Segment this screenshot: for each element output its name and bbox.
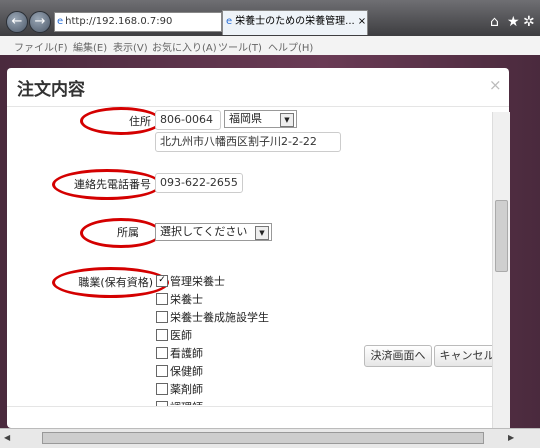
scroll-left-icon[interactable]: ◀ — [4, 433, 10, 442]
gear-icon[interactable]: ✲ — [523, 14, 535, 30]
occupation-checkbox[interactable] — [156, 329, 168, 341]
occupation-option-label: 医師 — [170, 329, 192, 342]
forward-icon[interactable]: → — [29, 11, 51, 33]
affiliation-value: 選択してください — [160, 225, 248, 238]
tab-title: 栄養士のための栄養管理... — [235, 16, 355, 27]
occupation-label: 職業(保有資格) — [78, 276, 153, 289]
affiliation-label: 所属 — [117, 226, 139, 239]
affiliation-select[interactable]: 選択してください ▼ — [155, 223, 272, 241]
phone-label: 連絡先電話番号 — [74, 178, 151, 191]
chevron-down-icon[interactable]: ▼ — [280, 113, 294, 127]
occupation-option-label: 管理栄養士 — [170, 275, 225, 288]
menu-tools[interactable]: ツール(T) — [218, 39, 262, 54]
menu-help[interactable]: ヘルプ(H) — [268, 39, 313, 54]
browser-tab[interactable]: e 栄養士のための栄養管理... × — [222, 10, 368, 35]
occupation-checkbox[interactable] — [156, 383, 168, 395]
occupation-checkbox[interactable] — [156, 347, 168, 359]
phone-input[interactable]: 093-622-2655 — [155, 173, 243, 193]
occupation-checkbox[interactable] — [156, 365, 168, 377]
chevron-down-icon[interactable]: ▼ — [255, 226, 269, 240]
cancel-button[interactable]: キャンセル — [434, 345, 500, 367]
occupation-checkbox[interactable] — [156, 293, 168, 305]
back-icon[interactable]: ← — [6, 11, 28, 33]
payment-screen-button[interactable]: 決済画面へ — [364, 345, 432, 367]
menu-view[interactable]: 表示(V) — [113, 39, 148, 54]
occupation-option-label: 栄養士 — [170, 293, 203, 306]
scroll-right-icon[interactable]: ▶ — [508, 433, 514, 442]
prefecture-value: 福岡県 — [229, 112, 262, 125]
postal-code-input[interactable]: 806-0064 — [155, 110, 221, 130]
home-icon[interactable]: ⌂ — [490, 14, 499, 30]
modal-footer — [7, 406, 509, 429]
tab-close-icon[interactable]: × — [355, 16, 366, 27]
occupation-option-label: 薬剤師 — [170, 383, 203, 396]
order-modal: 注文内容 × 住所 806-0064 福岡県 ▼ 北九州市八幡西区割子川2-2-… — [7, 68, 509, 428]
occupation-option-label: 栄養士養成施設学生 — [170, 311, 269, 324]
prefecture-select[interactable]: 福岡県 ▼ — [224, 110, 297, 128]
modal-header: 注文内容 × — [7, 68, 509, 107]
close-icon[interactable]: × — [489, 76, 502, 94]
occupation-option-label: 調理師 — [170, 399, 203, 405]
street-address-input[interactable]: 北九州市八幡西区割子川2-2-22 — [155, 132, 341, 152]
modal-title: 注文内容 — [17, 80, 85, 100]
menu-file[interactable]: ファイル(F) — [14, 39, 68, 54]
occupation-option-label: 看護師 — [170, 347, 203, 360]
address-bar[interactable]: e http://192.168.0.7:90 — [54, 12, 222, 32]
menu-bar: ファイル(F) 編集(E) 表示(V) お気に入り(A) ツール(T) ヘルプ(… — [0, 36, 540, 56]
horizontal-scrollbar-thumb[interactable] — [42, 432, 484, 444]
vertical-scrollbar-thumb[interactable] — [495, 200, 508, 272]
page-icon: e — [57, 16, 64, 27]
occupation-checkbox[interactable]: ✓ — [156, 275, 168, 287]
occupation-option-label: 保健師 — [170, 365, 203, 378]
menu-edit[interactable]: 編集(E) — [73, 39, 107, 54]
menu-favorites[interactable]: お気に入り(A) — [152, 39, 217, 54]
address-text: http://192.168.0.7:90 — [65, 16, 173, 27]
favorites-star-icon[interactable]: ★ — [507, 14, 520, 30]
address-label: 住所 — [129, 115, 151, 128]
tab-icon: e — [226, 16, 233, 27]
occupation-checkbox[interactable] — [156, 311, 168, 323]
